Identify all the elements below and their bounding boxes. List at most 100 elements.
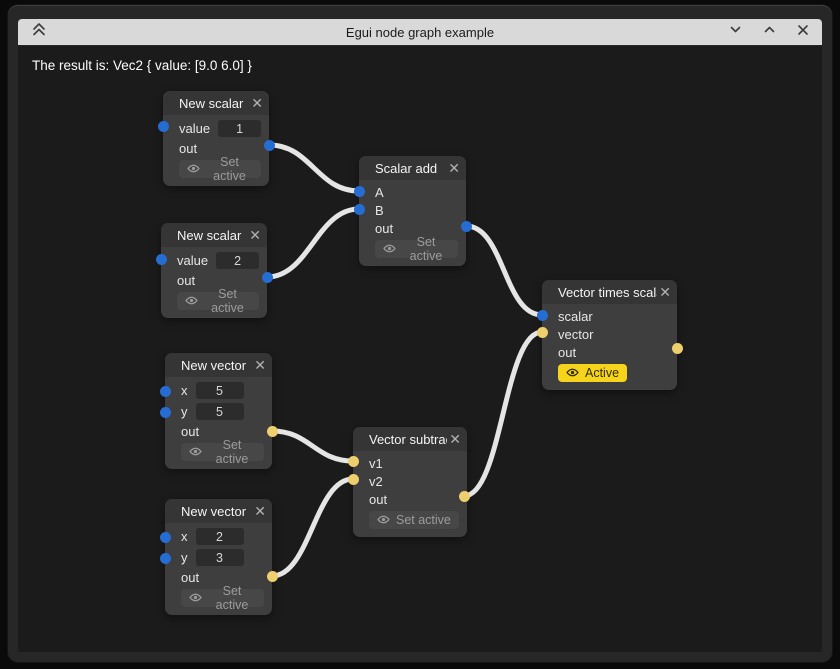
set-active-button[interactable]: Set active xyxy=(179,160,261,178)
value-dragvalue[interactable]: 5 xyxy=(196,403,244,420)
input-label: x xyxy=(181,529,188,544)
output-label: out xyxy=(181,424,199,439)
port-out[interactable] xyxy=(267,426,278,437)
port-in-x[interactable] xyxy=(160,532,171,543)
node-new-vector-2[interactable]: New vector ✕ x 2 y 3 out Set active xyxy=(165,499,272,615)
port-out[interactable] xyxy=(262,272,273,283)
close-icon xyxy=(797,23,809,41)
port-in-value[interactable] xyxy=(156,254,167,265)
app-window: Egui node graph example xyxy=(8,5,832,662)
set-active-button[interactable]: Set active xyxy=(181,443,264,461)
close-node-icon[interactable]: ✕ xyxy=(448,161,460,175)
port-in-scalar[interactable] xyxy=(537,310,548,321)
input-label: vector xyxy=(558,327,593,342)
port-in-value[interactable] xyxy=(158,121,169,132)
wire-scalar1-to-addA xyxy=(269,145,359,191)
double-chevron-up-icon xyxy=(32,22,46,42)
set-active-button[interactable]: Set active xyxy=(177,292,259,310)
input-label: v1 xyxy=(369,456,383,471)
node-vector-subtract[interactable]: Vector subtract ✕ v1 v2 out Set active xyxy=(353,427,467,537)
node-title: New scalar xyxy=(179,96,249,111)
window-titlebar[interactable]: Egui node graph example xyxy=(18,19,822,45)
input-label: y xyxy=(181,404,188,419)
port-in-v2[interactable] xyxy=(348,474,359,485)
connection-wires xyxy=(18,46,822,651)
node-vector-times-scalar[interactable]: Vector times scalar ✕ scalar vector out … xyxy=(542,280,677,390)
eye-icon xyxy=(187,162,200,176)
node-title: Vector subtract xyxy=(369,432,447,447)
input-label: v2 xyxy=(369,474,383,489)
node-title: Vector times scalar xyxy=(558,285,657,300)
close-window-button[interactable] xyxy=(794,23,812,41)
close-node-icon[interactable]: ✕ xyxy=(254,504,266,518)
node-new-vector-1[interactable]: New vector ✕ x 5 y 5 out Set active xyxy=(165,353,272,469)
input-label: y xyxy=(181,550,188,565)
chevron-down-icon xyxy=(729,23,742,41)
input-label: x xyxy=(181,383,188,398)
port-in-a[interactable] xyxy=(354,186,365,197)
node-header[interactable]: New scalar ✕ xyxy=(163,91,269,115)
node-header[interactable]: New scalar ✕ xyxy=(161,223,267,247)
output-label: out xyxy=(369,492,387,507)
port-in-vector[interactable] xyxy=(537,327,548,338)
wire-vector1-to-sub-v1 xyxy=(272,431,353,461)
close-node-icon[interactable]: ✕ xyxy=(249,228,261,242)
eye-icon xyxy=(566,366,579,380)
window-title: Egui node graph example xyxy=(18,25,822,40)
wire-scalar2-to-addB xyxy=(267,209,359,277)
eye-icon xyxy=(189,445,202,459)
result-text: The result is: Vec2 { value: [9.0 6.0] } xyxy=(32,58,252,73)
node-new-scalar-2[interactable]: New scalar ✕ value 2 out Set active xyxy=(161,223,267,318)
node-title: New vector xyxy=(181,358,252,373)
value-dragvalue[interactable]: 3 xyxy=(196,549,244,566)
node-scalar-add[interactable]: Scalar add ✕ A B out Set active xyxy=(359,156,466,266)
close-node-icon[interactable]: ✕ xyxy=(251,96,263,110)
wire-sub-to-times-vector xyxy=(464,332,542,496)
close-node-icon[interactable]: ✕ xyxy=(659,285,671,299)
close-node-icon[interactable]: ✕ xyxy=(254,358,266,372)
value-dragvalue[interactable]: 1 xyxy=(218,120,261,137)
active-button[interactable]: Active xyxy=(558,364,627,382)
input-label: A xyxy=(375,185,384,200)
minimize-button[interactable] xyxy=(726,23,744,41)
port-out[interactable] xyxy=(267,571,278,582)
output-label: out xyxy=(179,141,197,156)
port-in-x[interactable] xyxy=(160,386,171,397)
port-out[interactable] xyxy=(459,491,470,502)
eye-icon xyxy=(383,242,396,256)
wire-add-to-times-scalar xyxy=(466,226,542,315)
shade-window-button[interactable] xyxy=(30,23,48,41)
node-header[interactable]: Scalar add ✕ xyxy=(359,156,466,180)
set-active-button[interactable]: Set active xyxy=(369,511,459,529)
node-title: New scalar xyxy=(177,228,247,243)
chevron-up-icon xyxy=(763,23,776,41)
set-active-button[interactable]: Set active xyxy=(181,589,264,607)
value-dragvalue[interactable]: 5 xyxy=(196,382,244,399)
set-active-button[interactable]: Set active xyxy=(375,240,458,258)
output-label: out xyxy=(181,570,199,585)
port-in-b[interactable] xyxy=(354,204,365,215)
port-in-y[interactable] xyxy=(160,553,171,564)
eye-icon xyxy=(185,294,198,308)
input-label: value xyxy=(179,121,210,136)
port-in-v1[interactable] xyxy=(348,456,359,467)
node-header[interactable]: New vector ✕ xyxy=(165,499,272,523)
input-label: value xyxy=(177,253,208,268)
input-label: B xyxy=(375,203,384,218)
node-header[interactable]: Vector times scalar ✕ xyxy=(542,280,677,304)
maximize-button[interactable] xyxy=(760,23,778,41)
port-out[interactable] xyxy=(264,140,275,151)
output-label: out xyxy=(558,345,576,360)
node-new-scalar-1[interactable]: New scalar ✕ value 1 out Set active xyxy=(163,91,269,186)
input-label: scalar xyxy=(558,309,593,324)
eye-icon xyxy=(189,591,202,605)
port-in-y[interactable] xyxy=(160,407,171,418)
value-dragvalue[interactable]: 2 xyxy=(196,528,244,545)
port-out[interactable] xyxy=(672,343,683,354)
port-out[interactable] xyxy=(461,221,472,232)
value-dragvalue[interactable]: 2 xyxy=(216,252,259,269)
node-header[interactable]: New vector ✕ xyxy=(165,353,272,377)
graph-canvas[interactable]: The result is: Vec2 { value: [9.0 6.0] }… xyxy=(18,46,822,652)
node-header[interactable]: Vector subtract ✕ xyxy=(353,427,467,451)
close-node-icon[interactable]: ✕ xyxy=(449,432,461,446)
